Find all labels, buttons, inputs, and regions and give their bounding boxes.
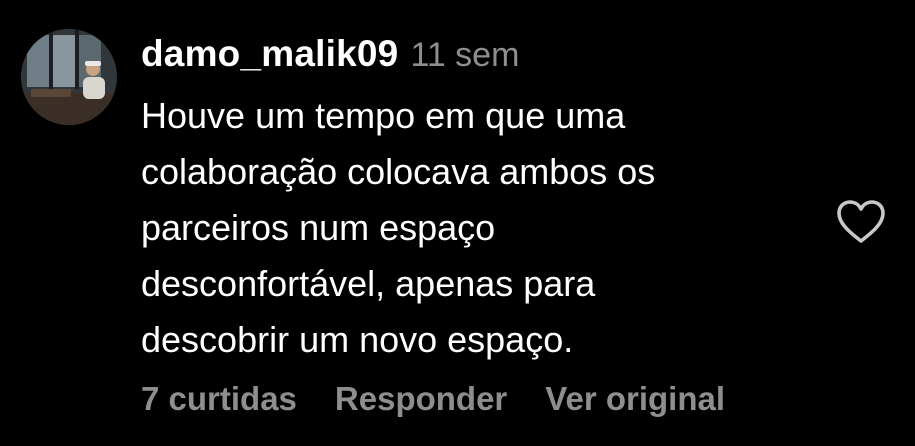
comment-text-line: Houve um tempo em que uma	[141, 95, 626, 136]
comment-text-line: desconfortável, apenas para	[141, 263, 596, 304]
avatar-photo	[21, 29, 117, 125]
heart-outline-icon[interactable]	[836, 199, 886, 245]
avatar[interactable]	[21, 29, 117, 125]
see-original-button[interactable]: Ver original	[545, 380, 725, 418]
comment-text-line: parceiros num espaço	[141, 207, 496, 248]
timestamp: 11 sem	[410, 36, 520, 74]
likes-count[interactable]: 7 curtidas	[141, 380, 297, 418]
username[interactable]: damo_malik09	[141, 33, 398, 75]
comment-text: Houve um tempo em que uma colaboração co…	[141, 88, 781, 368]
comment-header: damo_malik09 11 sem	[141, 33, 519, 81]
comment-text-line: colaboração colocava ambos os	[141, 151, 656, 192]
comment-actions: 7 curtidas Responder Ver original	[141, 380, 763, 418]
comment: damo_malik09 11 sem Houve um tempo em qu…	[0, 0, 915, 446]
reply-button[interactable]: Responder	[335, 380, 507, 418]
comment-text-line: descobrir um novo espaço.	[141, 319, 574, 360]
